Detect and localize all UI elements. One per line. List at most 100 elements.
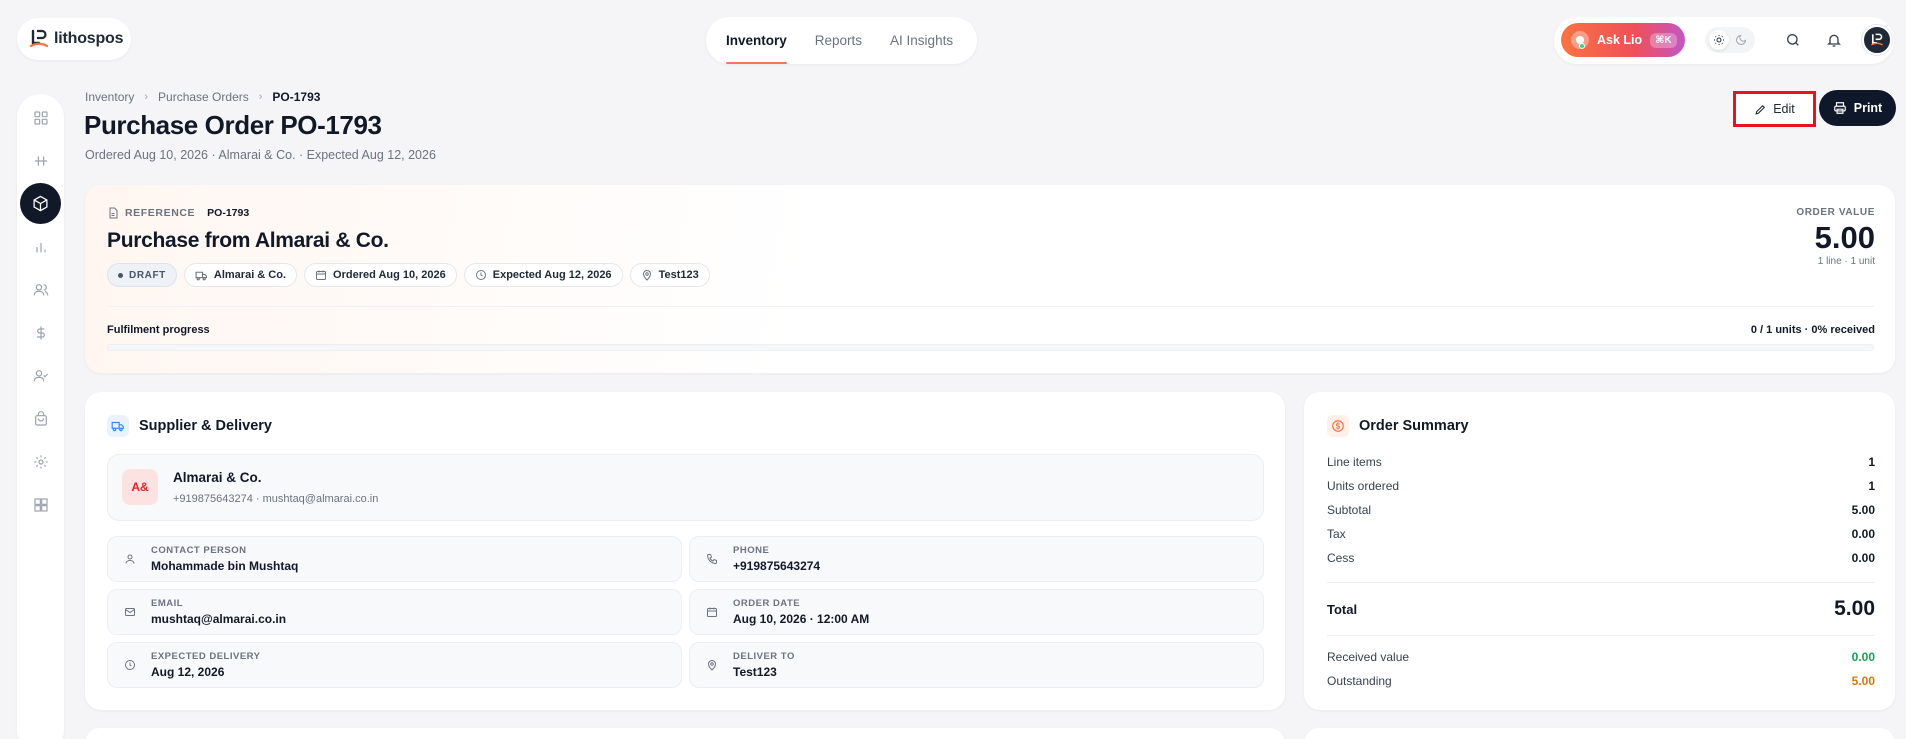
summary-total-row: Total 5.00 bbox=[1327, 597, 1875, 621]
fulfilment-label: Fulfilment progress bbox=[107, 324, 210, 336]
reference-value: PO-1793 bbox=[207, 207, 250, 219]
summary-outstanding-row: Outstanding 5.00 bbox=[1327, 674, 1875, 688]
lio-orb-icon bbox=[1571, 31, 1589, 49]
summary-row-subtotal: Subtotal 5.00 bbox=[1327, 503, 1875, 517]
calendar-icon bbox=[706, 606, 718, 618]
moon-icon[interactable] bbox=[1731, 30, 1751, 50]
breadcrumb-purchase-orders[interactable]: Purchase Orders bbox=[158, 90, 249, 104]
sidebar-item-inventory[interactable] bbox=[20, 183, 61, 224]
summary-row-units-ordered: Units ordered 1 bbox=[1327, 479, 1875, 493]
bell-icon bbox=[1826, 32, 1842, 48]
order-chips: DRAFT Almarai & Co. Ordered Aug 10, 2026… bbox=[107, 263, 710, 287]
ask-lio-button[interactable]: Ask Lio ⌘K bbox=[1561, 23, 1685, 57]
tab-ai-insights[interactable]: AI Insights bbox=[890, 17, 953, 64]
phone-label: PHONE bbox=[733, 545, 770, 556]
summary-row-value: 0.00 bbox=[1851, 527, 1875, 541]
page-title: Purchase Order PO-1793 bbox=[84, 110, 382, 140]
tab-inventory[interactable]: Inventory bbox=[726, 17, 787, 64]
user-icon bbox=[124, 553, 136, 565]
fulfilment-progress-bar bbox=[107, 344, 1874, 351]
grid-icon bbox=[33, 110, 49, 126]
order-value-subtext: 1 line · 1 unit bbox=[1817, 256, 1875, 267]
pencil-icon bbox=[1754, 103, 1767, 116]
phone-value: +919875643274 bbox=[733, 559, 821, 573]
location-chip-text: Test123 bbox=[658, 269, 699, 281]
hero-divider bbox=[107, 306, 1874, 307]
sidebar-item-pos[interactable] bbox=[20, 140, 61, 181]
document-icon bbox=[107, 207, 119, 219]
breadcrumb-current: PO-1793 bbox=[272, 90, 321, 104]
app-logo[interactable]: lithospos bbox=[17, 18, 131, 60]
logo-text: lithospos bbox=[54, 30, 124, 47]
tab-reports[interactable]: Reports bbox=[815, 17, 862, 64]
order-date-field: ORDER DATE Aug 10, 2026 · 12:00 AM bbox=[689, 589, 1264, 635]
breadcrumb-inventory[interactable]: Inventory bbox=[85, 90, 134, 104]
contact-person-value: Mohammade bin Mushtaq bbox=[151, 559, 299, 573]
email-value: mushtaq@almarai.co.in bbox=[151, 612, 287, 626]
sidebar-item-customers[interactable] bbox=[20, 269, 61, 310]
chevron-right-icon: › bbox=[258, 91, 263, 103]
sidebar-item-finance[interactable] bbox=[20, 312, 61, 353]
reference-label: REFERENCE bbox=[125, 207, 196, 219]
status-text: DRAFT bbox=[129, 269, 166, 281]
summary-row-label: Subtotal bbox=[1327, 503, 1372, 517]
fulfilment-value: 0 / 1 units · 0% received bbox=[1750, 324, 1875, 336]
print-button[interactable]: Print bbox=[1819, 90, 1896, 126]
map-pin-icon bbox=[706, 659, 718, 671]
sidebar-item-orders[interactable] bbox=[20, 398, 61, 439]
sidebar-item-settings[interactable] bbox=[20, 441, 61, 482]
gear-icon bbox=[33, 454, 49, 470]
supplier-chip-text: Almarai & Co. bbox=[213, 269, 287, 281]
contact-person-label: CONTACT PERSON bbox=[151, 545, 247, 556]
notifications-button[interactable] bbox=[1821, 27, 1847, 53]
expected-date-chip: Expected Aug 12, 2026 bbox=[463, 263, 623, 287]
deliver-to-label: DELIVER TO bbox=[733, 651, 795, 662]
supplier-name: Almarai & Co. bbox=[173, 470, 262, 485]
edit-button[interactable]: Edit bbox=[1733, 91, 1816, 127]
sidebar-item-staff[interactable] bbox=[20, 355, 61, 396]
supplier-contact-meta: +919875643274 · mushtaq@almarai.co.in bbox=[173, 493, 379, 505]
summary-row-line-items: Line items 1 bbox=[1327, 455, 1875, 469]
reference-row: REFERENCE PO-1793 bbox=[107, 207, 249, 219]
expected-delivery-value: Aug 12, 2026 bbox=[151, 665, 225, 679]
sidebar-item-reports[interactable] bbox=[20, 226, 61, 267]
summary-row-value: 0.00 bbox=[1851, 551, 1875, 565]
order-date-label: ORDER DATE bbox=[733, 598, 801, 609]
map-pin-icon bbox=[641, 269, 653, 281]
phone-field: PHONE +919875643274 bbox=[689, 536, 1264, 582]
apps-icon bbox=[33, 497, 49, 513]
summary-divider bbox=[1327, 582, 1875, 583]
deliver-to-value: Test123 bbox=[733, 665, 777, 679]
phone-icon bbox=[706, 553, 718, 565]
clock-icon bbox=[475, 269, 487, 281]
search-button[interactable] bbox=[1780, 27, 1806, 53]
ordered-chip-text: Ordered Aug 10, 2026 bbox=[333, 269, 446, 281]
shortcut-badge: ⌘K bbox=[1650, 32, 1677, 48]
print-label: Print bbox=[1853, 101, 1883, 115]
bar-chart-icon bbox=[33, 239, 49, 255]
mail-icon bbox=[124, 606, 136, 618]
outstanding-value: 5.00 bbox=[1851, 674, 1875, 688]
breadcrumb: Inventory › Purchase Orders › PO-1793 bbox=[85, 90, 320, 104]
user-avatar[interactable] bbox=[1862, 25, 1892, 55]
box-icon bbox=[32, 195, 49, 212]
sidebar-item-dashboard[interactable] bbox=[20, 97, 61, 138]
sun-icon[interactable] bbox=[1709, 30, 1729, 50]
supplier-avatar: A& bbox=[122, 469, 158, 505]
contact-person-field: CONTACT PERSON Mohammade bin Mushtaq bbox=[107, 536, 682, 582]
ask-lio-label: Ask Lio bbox=[1597, 33, 1643, 47]
calendar-icon bbox=[315, 269, 327, 281]
summary-heading-text: Order Summary bbox=[1359, 418, 1469, 434]
summary-row-value: 1 bbox=[1868, 455, 1875, 469]
status-badge: DRAFT bbox=[107, 263, 177, 287]
summary-row-label: Tax bbox=[1327, 527, 1346, 541]
printer-icon bbox=[1833, 101, 1847, 115]
next-section-card bbox=[85, 728, 1285, 739]
supplier-card-heading: Supplier & Delivery bbox=[107, 415, 272, 437]
sidebar bbox=[17, 94, 64, 739]
user-check-icon bbox=[33, 368, 49, 384]
sidebar-item-apps[interactable] bbox=[20, 484, 61, 525]
coin-icon bbox=[1327, 415, 1349, 437]
theme-toggle[interactable] bbox=[1705, 27, 1755, 53]
summary-row-value: 5.00 bbox=[1851, 503, 1875, 517]
